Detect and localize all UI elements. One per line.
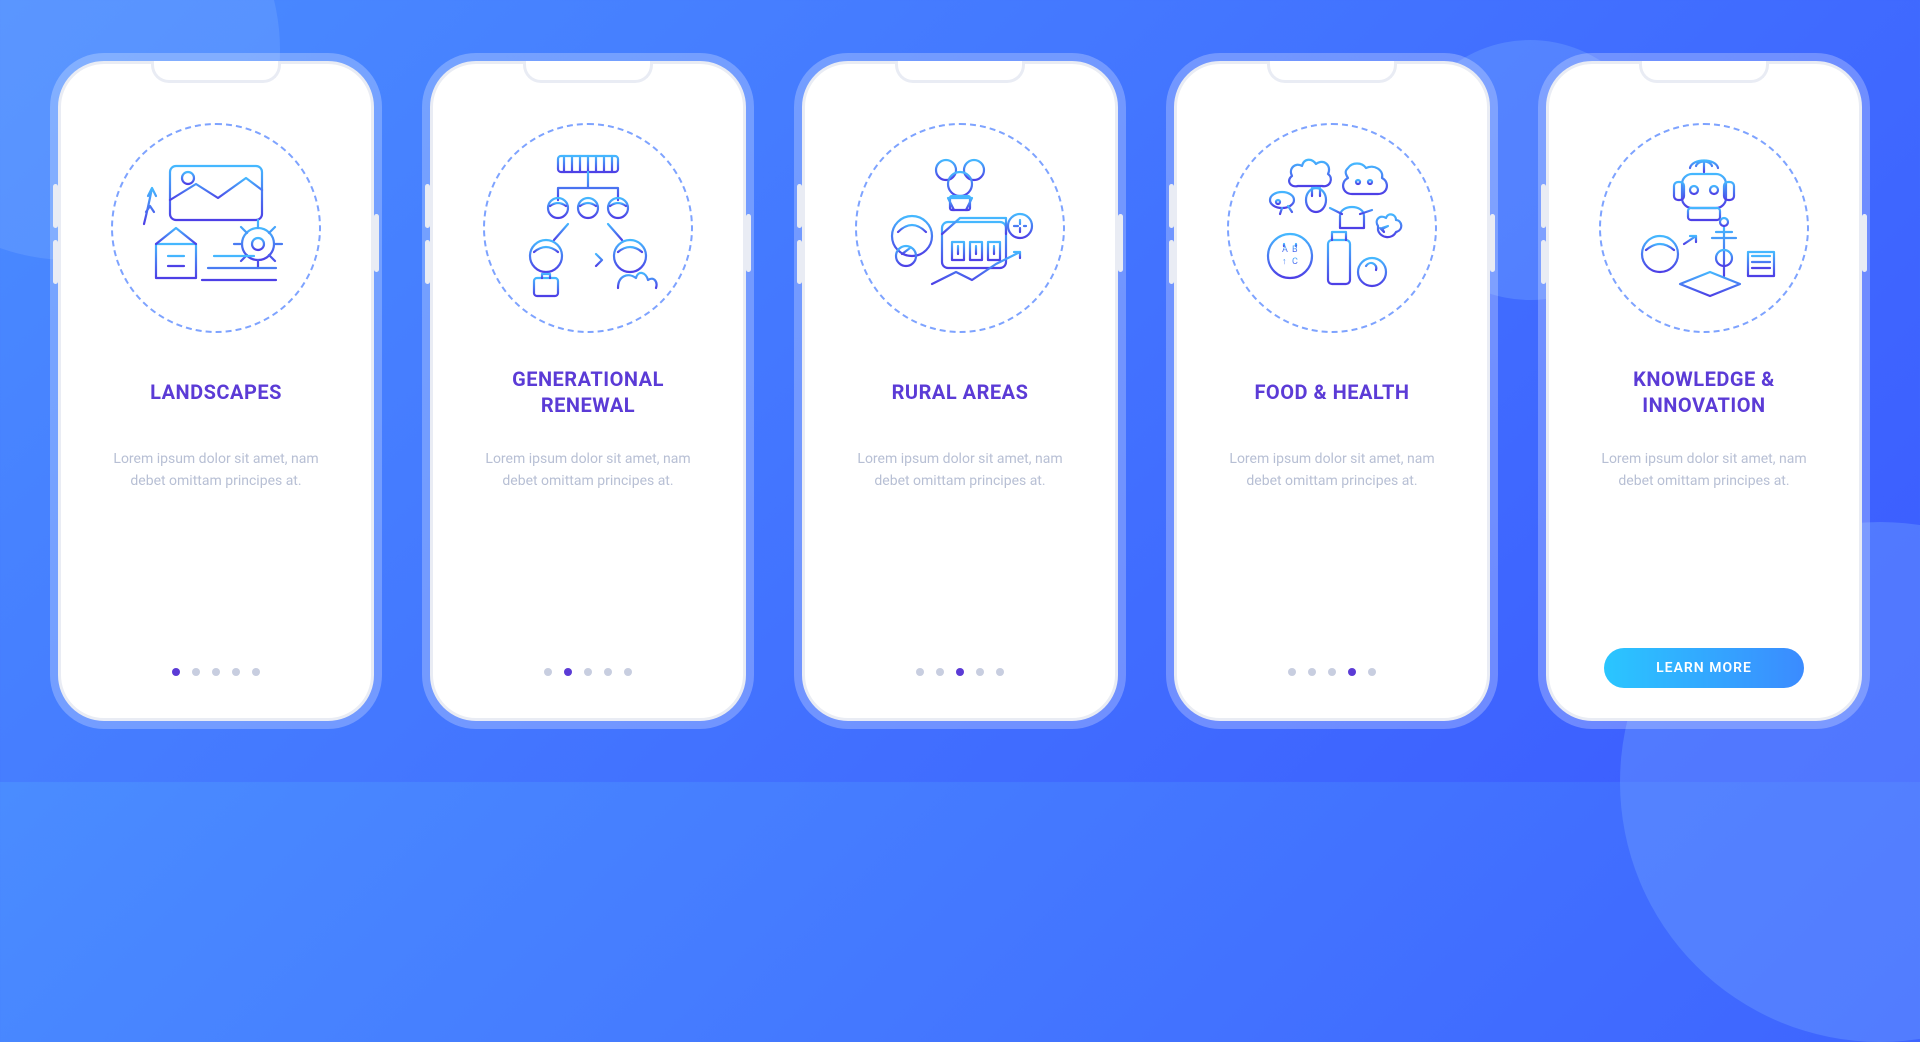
page-indicator-dot[interactable] (584, 668, 592, 676)
phone-side-button (1169, 184, 1174, 228)
landscapes-icon (111, 123, 321, 333)
svg-text:↑: ↑ (1282, 257, 1287, 267)
page-indicator-dot[interactable] (1288, 668, 1296, 676)
screen-body: Lorem ipsum dolor sit amet, nam debet om… (805, 449, 1115, 492)
onboarding-screen: KNOWLEDGE & INNOVATION Lorem ipsum dolor … (1546, 61, 1862, 721)
page-indicator-dot[interactable] (172, 668, 180, 676)
knowledge-innovation-icon (1624, 148, 1784, 308)
food-health-icon: A B ↑ C (1252, 148, 1412, 308)
generational-renewal-icon (508, 148, 668, 308)
page-indicator-dot[interactable] (212, 668, 220, 676)
screen-body: Lorem ipsum dolor sit amet, nam debet om… (1177, 449, 1487, 492)
phone-side-button (1118, 214, 1123, 272)
page-indicator-dot[interactable] (1348, 668, 1356, 676)
generational-renewal-icon (483, 123, 693, 333)
onboarding-screen: RURAL AREAS Lorem ipsum dolor sit amet, n… (802, 61, 1118, 721)
phone-notch (1639, 61, 1769, 83)
phone-side-button (746, 214, 751, 272)
screen-title: KNOWLEDGE & INNOVATION (1613, 367, 1795, 419)
svg-text:A: A (1282, 245, 1288, 255)
phone-side-button (1169, 240, 1174, 284)
phone-side-button (53, 184, 58, 228)
page-indicator (172, 668, 260, 676)
screen-title: LANDSCAPES (130, 367, 302, 419)
onboarding-screen: LANDSCAPES Lorem ipsum dolor sit amet, na… (58, 61, 374, 721)
screen-title: RURAL AREAS (872, 367, 1049, 419)
learn-more-button[interactable]: LEARN MORE (1604, 648, 1804, 688)
page-indicator (916, 668, 1004, 676)
page-indicator (1288, 668, 1376, 676)
page-indicator-dot[interactable] (976, 668, 984, 676)
screen-title: GENERATIONAL RENEWAL (492, 367, 684, 419)
rural-areas-icon (880, 148, 1040, 308)
svg-text:B: B (1292, 245, 1298, 255)
phone-notch (523, 61, 653, 83)
page-indicator-dot[interactable] (956, 668, 964, 676)
phone-side-button (1862, 214, 1867, 272)
screen-body: Lorem ipsum dolor sit amet, nam debet om… (61, 449, 371, 492)
phone-side-button (425, 240, 430, 284)
phone-notch (895, 61, 1025, 83)
onboarding-screen: A B ↑ C FOOD & HEALTH Lorem ipsum dolor s… (1174, 61, 1490, 721)
phone-side-button (1541, 240, 1546, 284)
phone-side-button (797, 240, 802, 284)
phone-side-button (1490, 214, 1495, 272)
phone-notch (1267, 61, 1397, 83)
page-indicator (544, 668, 632, 676)
phone-side-button (425, 184, 430, 228)
knowledge-innovation-icon (1599, 123, 1809, 333)
onboarding-screen: GENERATIONAL RENEWAL Lorem ipsum dolor si… (430, 61, 746, 721)
page-indicator-dot[interactable] (192, 668, 200, 676)
onboarding-row: LANDSCAPES Lorem ipsum dolor sit amet, na… (58, 61, 1862, 721)
page-indicator-dot[interactable] (1328, 668, 1336, 676)
page-indicator-dot[interactable] (1308, 668, 1316, 676)
phone-notch (151, 61, 281, 83)
page-indicator-dot[interactable] (916, 668, 924, 676)
rural-areas-icon (855, 123, 1065, 333)
landscapes-icon (136, 148, 296, 308)
page-indicator-dot[interactable] (936, 668, 944, 676)
page-indicator-dot[interactable] (1368, 668, 1376, 676)
svg-text:C: C (1292, 257, 1298, 267)
screen-body: Lorem ipsum dolor sit amet, nam debet om… (433, 449, 743, 492)
page-indicator-dot[interactable] (996, 668, 1004, 676)
screen-title: FOOD & HEALTH (1234, 367, 1429, 419)
phone-side-button (374, 214, 379, 272)
phone-side-button (1541, 184, 1546, 228)
page-indicator-dot[interactable] (544, 668, 552, 676)
page-indicator-dot[interactable] (624, 668, 632, 676)
page-indicator-dot[interactable] (232, 668, 240, 676)
screen-body: Lorem ipsum dolor sit amet, nam debet om… (1549, 449, 1859, 492)
page-indicator-dot[interactable] (564, 668, 572, 676)
phone-side-button (53, 240, 58, 284)
page-indicator-dot[interactable] (604, 668, 612, 676)
food-health-icon: A B ↑ C (1227, 123, 1437, 333)
phone-side-button (797, 184, 802, 228)
page-indicator-dot[interactable] (252, 668, 260, 676)
